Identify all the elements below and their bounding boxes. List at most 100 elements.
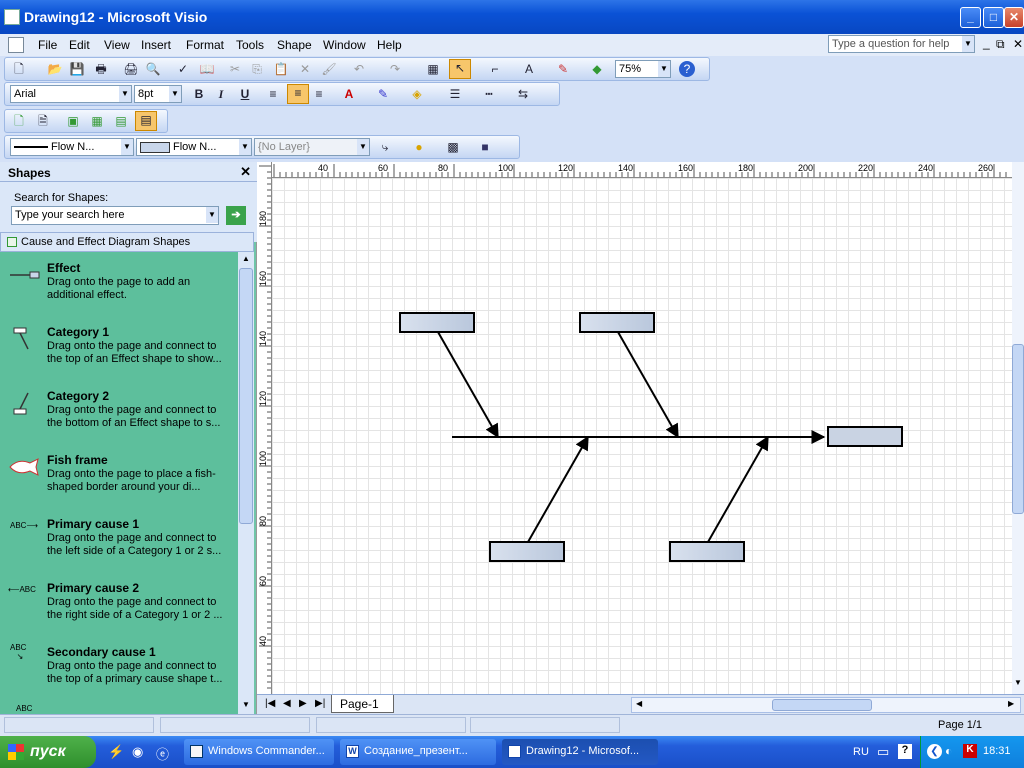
bold-button[interactable]: B [191, 86, 207, 102]
category-arrow-bottom-right[interactable] [707, 435, 769, 543]
doc-close-button[interactable]: ✕ [1013, 37, 1023, 51]
copy-icon[interactable]: ⎘ [249, 61, 265, 77]
shape-category-2[interactable]: Category 2 Drag onto the page and connect… [0, 385, 238, 449]
browser-icon[interactable]: ⓔ [156, 744, 169, 763]
effect-box[interactable] [827, 426, 903, 447]
format-painter-icon[interactable]: 🖌 [321, 61, 337, 77]
menu-help[interactable]: Help [377, 38, 402, 52]
connector-style-icon[interactable]: ⤷ [377, 139, 393, 155]
help-icon[interactable]: ? [679, 61, 695, 77]
antivirus-icon[interactable]: K [963, 744, 977, 758]
shapes-window-icon[interactable]: ▦ [425, 61, 441, 77]
shape-effect[interactable]: Effect Drag onto the page to add an addit… [0, 257, 238, 321]
start-button[interactable]: пуск [0, 736, 96, 768]
scroll-left-icon[interactable]: ◀ [636, 699, 642, 708]
shape-primary-cause-1[interactable]: ABC⟶ Primary cause 1 Drag onto the page a… [0, 513, 238, 577]
menu-file[interactable]: File [38, 38, 57, 52]
delete-icon[interactable]: ✕ [297, 61, 313, 77]
font-name-combo[interactable]: Arial ▼ [10, 85, 132, 103]
line-pattern-icon[interactable]: ┅ [481, 86, 497, 102]
horizontal-scrollbar[interactable]: ◀ ▶ [631, 697, 1021, 713]
shape-search-input[interactable]: Type your search here ▼ [11, 206, 219, 225]
v-scroll-thumb[interactable] [1012, 344, 1024, 514]
menu-format[interactable]: Format [186, 38, 224, 52]
scroll-right-icon[interactable]: ▶ [1008, 699, 1014, 708]
help-search-input[interactable]: Type a question for help ▼ [828, 35, 975, 53]
fill-pattern-icon[interactable]: ▩ [445, 139, 461, 155]
category-box-top-left[interactable] [399, 312, 475, 333]
text-tool-icon[interactable]: A [521, 61, 537, 77]
menu-edit[interactable]: Edit [69, 38, 90, 52]
cut-icon[interactable]: ✂ [227, 61, 243, 77]
menu-window[interactable]: Window [323, 38, 366, 52]
close-icon[interactable]: ✕ [240, 164, 251, 180]
fill-color-icon[interactable]: ◈ [409, 86, 425, 102]
next-page-icon[interactable]: ▶ [299, 698, 307, 709]
prev-page-icon[interactable]: ◀ [283, 698, 291, 709]
line-ends-icon[interactable]: ⇆ [515, 86, 531, 102]
stamp-icon[interactable]: ◆ [589, 61, 605, 77]
category-box-bottom-left[interactable] [489, 541, 565, 562]
close-button[interactable]: ✕ [1004, 7, 1024, 28]
align-right-icon[interactable]: ≡ [311, 86, 327, 102]
shape-category-1[interactable]: Category 1 Drag onto the page and connect… [0, 321, 238, 385]
tab-page-1[interactable]: Page-1 [331, 695, 394, 713]
underline-button[interactable]: U [237, 86, 253, 102]
menu-tools[interactable]: Tools [236, 38, 264, 52]
task-visio[interactable]: Drawing12 - Microsof... [502, 739, 658, 765]
line-weight-icon[interactable]: ☰ [447, 86, 463, 102]
page-setup-icon[interactable]: 🗎 [35, 113, 51, 129]
category-arrow-top-right[interactable] [617, 331, 679, 439]
scroll-up-icon[interactable]: ▲ [239, 252, 253, 266]
save-icon[interactable]: 💾 [69, 61, 85, 77]
print-preview-icon[interactable]: 🔍 [145, 61, 161, 77]
last-page-icon[interactable]: ▶| [315, 698, 325, 709]
menu-insert[interactable]: Insert [141, 38, 171, 52]
task-windows-commander[interactable]: Windows Commander... [184, 739, 334, 765]
shapes-scrollbar[interactable]: ▲ ▼ [238, 252, 254, 714]
visio-app-icon[interactable] [4, 9, 20, 25]
monitor-icon[interactable]: ▭ [877, 744, 889, 760]
layers-icon[interactable]: ▤ [113, 113, 129, 129]
line-color-icon[interactable]: ✎ [375, 86, 391, 102]
document-icon[interactable] [8, 37, 24, 53]
h-scroll-thumb[interactable] [772, 699, 872, 711]
canvas-vertical-scrollbar[interactable]: ▼ [1012, 162, 1024, 694]
pointer-tool-icon[interactable]: ↖ [449, 59, 471, 79]
layer-combo[interactable]: {No Layer} ▼ [254, 138, 370, 156]
minimize-button[interactable]: _ [960, 7, 981, 28]
back-arrow-icon[interactable]: ❮ [927, 744, 942, 759]
open-icon[interactable]: 📂 [47, 61, 63, 77]
fill-style-combo[interactable]: Flow N... ▼ [136, 138, 252, 156]
shape-fish-frame[interactable]: Fish frame Drag onto the page to place a … [0, 449, 238, 513]
drawing-tools-icon[interactable]: ✎ [555, 61, 571, 77]
font-color-icon[interactable]: A [341, 86, 357, 102]
stencil-header[interactable]: Cause and Effect Diagram Shapes [0, 232, 254, 252]
menu-shape[interactable]: Shape [277, 38, 312, 52]
doc-restore-button[interactable]: ⧉ [996, 37, 1005, 52]
language-indicator[interactable]: RU [853, 746, 869, 758]
line-style-combo[interactable]: Flow N... ▼ [10, 138, 134, 156]
shape-secondary-cause-1[interactable]: ABC ↘ Secondary cause 1 Drag onto the pag… [0, 641, 238, 705]
media-player-icon[interactable]: ◉ [132, 744, 143, 760]
undo-icon[interactable]: ↶ [351, 61, 367, 77]
category-arrow-bottom-left[interactable] [527, 435, 589, 543]
network-icon[interactable]: ◐ [945, 744, 952, 758]
first-page-icon[interactable]: |◀ [265, 698, 275, 709]
permission-icon[interactable]: 🖶 [93, 61, 109, 77]
print-icon[interactable]: 🖨 [123, 61, 139, 77]
scroll-down-icon[interactable]: ▼ [1012, 678, 1024, 692]
align-center-icon[interactable]: ≡ [287, 84, 309, 104]
task-word-document[interactable]: W Создание_презент... [340, 739, 496, 765]
research-icon[interactable]: 📖 [199, 61, 215, 77]
search-go-button[interactable]: ➔ [226, 206, 246, 225]
group-icon[interactable]: ▣ [65, 113, 81, 129]
menu-view[interactable]: View [104, 38, 130, 52]
ungroup-icon[interactable]: ▦ [89, 113, 105, 129]
grid-icon[interactable]: ▤ [135, 111, 157, 131]
zoom-combo[interactable]: 75% ▼ [615, 60, 671, 78]
maximize-button[interactable]: □ [983, 7, 1004, 28]
scroll-down-icon[interactable]: ▼ [239, 698, 253, 712]
category-box-bottom-right[interactable] [669, 541, 745, 562]
new-page-icon[interactable]: 🗋 [11, 113, 27, 129]
